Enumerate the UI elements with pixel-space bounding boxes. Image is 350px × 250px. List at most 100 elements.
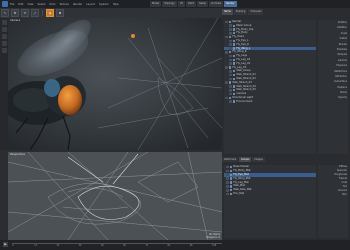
panel-tab[interactable]: Channels [248, 9, 264, 15]
visibility-eye-icon[interactable] [229, 92, 232, 96]
visibility-eye-icon[interactable] [226, 173, 229, 177]
timeline-tick: 72 [145, 244, 149, 247]
material-icon [230, 181, 233, 184]
shader-panel-tab[interactable]: Images [252, 156, 265, 163]
visibility-eye-icon[interactable] [225, 66, 228, 69]
visibility-eye-icon[interactable] [225, 81, 228, 84]
panel-tab[interactable]: Shading [233, 9, 248, 15]
layout-tab[interactable]: Model [150, 1, 162, 7]
timeline-tick: 96 [189, 244, 193, 247]
camera-icon[interactable]: ◉ [46, 9, 54, 17]
visibility-eye-icon[interactable] [229, 28, 232, 31]
item-type-icon [233, 43, 236, 46]
right-panel: Items Shading Channels Render Mesh Group Fly… [222, 8, 350, 240]
tool-rotate-icon[interactable] [1, 34, 7, 39]
timeline-tick: 60 [123, 244, 126, 247]
material-icon [230, 177, 233, 180]
menu-select[interactable]: Select [38, 3, 46, 6]
wireframe-viewport-canvas [8, 152, 222, 240]
timeline-tick: 36 [78, 244, 82, 247]
layout-tab[interactable]: Topology [162, 1, 177, 7]
timeline-tick: 48 [100, 244, 104, 247]
layout-tab[interactable]: UV [177, 1, 186, 7]
play-button[interactable]: ▶ [3, 242, 8, 247]
visibility-eye-icon[interactable] [229, 69, 232, 73]
visibility-eye-icon[interactable] [226, 185, 229, 188]
tool-paint-icon[interactable] [1, 48, 7, 53]
visibility-eye-icon[interactable] [229, 100, 232, 103]
render-viewport[interactable]: Camera [8, 18, 222, 150]
visibility-eye-icon[interactable] [225, 96, 228, 100]
tree-row-label: Environment [236, 99, 253, 103]
material-icon [230, 192, 233, 196]
modo-app-window: File Edit View Select Item Texture Rende… [0, 0, 350, 250]
visibility-eye-icon[interactable] [229, 39, 232, 43]
rotate-icon[interactable]: ⟳ [21, 9, 29, 17]
move-icon[interactable]: ✥ [11, 9, 19, 17]
panel-tab[interactable]: Items [222, 9, 233, 15]
material-icon [230, 165, 233, 169]
timeline-tick: 84 [167, 244, 171, 247]
material-icon [230, 169, 233, 173]
visibility-eye-icon[interactable] [229, 88, 232, 92]
shader-properties-panel: Diffuse Specular Roughness Fresnel Coat Tint A… [318, 165, 348, 238]
layout-tab[interactable]: Animate [209, 1, 224, 7]
menu-edit[interactable]: Edit [18, 3, 23, 6]
visibility-eye-icon[interactable] [226, 188, 229, 192]
material-icon [230, 185, 233, 188]
shader-panel-tab[interactable]: Deformers [222, 156, 239, 163]
menu-file[interactable]: File [10, 3, 14, 6]
shader-tree-list[interactable]: Base Shader Fly_Body_Mat Fly_Eye_Mat Fly_Wi… [224, 165, 316, 238]
layout-tab[interactable]: Render [224, 1, 237, 7]
visibility-eye-icon[interactable] [226, 165, 229, 169]
visibility-eye-icon[interactable] [229, 54, 232, 58]
item-type-icon [229, 96, 232, 100]
menu-help[interactable]: Help [113, 3, 119, 6]
light-icon[interactable]: ✱ [56, 9, 64, 17]
item-type-icon [233, 73, 236, 77]
visibility-eye-icon[interactable] [226, 181, 229, 184]
menu-render[interactable]: Render [73, 3, 82, 6]
item-type-icon [233, 89, 236, 92]
visibility-eye-icon[interactable] [229, 43, 232, 46]
viewport-bottom-label: Perspective [10, 153, 26, 156]
visibility-eye-icon[interactable] [229, 24, 232, 27]
visibility-eye-icon[interactable] [226, 169, 229, 173]
scale-icon[interactable]: ⤢ [31, 9, 39, 17]
item-type-icon [233, 39, 236, 43]
shader-row[interactable]: Env_Mat [224, 192, 316, 196]
menu-system[interactable]: System [99, 3, 109, 6]
tool-select-icon[interactable] [1, 20, 7, 25]
visibility-eye-icon[interactable] [225, 50, 228, 54]
arrow-icon[interactable]: ↖ [1, 9, 9, 17]
visibility-eye-icon[interactable] [226, 177, 229, 180]
visibility-eye-icon[interactable] [226, 192, 229, 196]
visibility-eye-icon[interactable] [225, 35, 228, 39]
item-list-tree[interactable]: Render Mesh Group Fly_Body_Grp Fly_Body Fly_… [224, 20, 316, 154]
material-icon [230, 173, 233, 176]
item-type-icon [229, 35, 232, 39]
menu-item[interactable]: Item [50, 3, 56, 6]
visibility-eye-icon[interactable] [229, 62, 232, 65]
viewport-stats: No Items Polygons: 0 [206, 233, 220, 239]
app-logo-icon [2, 1, 8, 7]
tool-move-icon[interactable] [1, 27, 7, 32]
layout-tab[interactable]: Paint [186, 1, 197, 7]
visibility-eye-icon[interactable] [229, 85, 232, 88]
tree-row[interactable]: Environment [224, 100, 316, 104]
menu-layout[interactable]: Layout [86, 3, 95, 6]
visibility-eye-icon[interactable] [229, 73, 232, 77]
visibility-eye-icon[interactable] [229, 58, 232, 62]
layout-tab[interactable]: Setup [197, 1, 209, 7]
menu-texture[interactable]: Texture [59, 3, 69, 6]
tool-scale-icon[interactable] [1, 41, 7, 46]
viewport-top-label: Camera [10, 19, 21, 22]
item-type-icon [233, 100, 236, 103]
wireframe-viewport[interactable]: Perspective No Items Polygons: 0 [8, 152, 222, 240]
visibility-eye-icon[interactable] [225, 20, 228, 24]
timeline-ruler[interactable]: 0 12 24 36 48 60 72 84 96 108 [12, 243, 222, 248]
visibility-eye-icon[interactable] [229, 77, 232, 81]
menu-view[interactable]: View [27, 3, 33, 6]
shader-panel-tab[interactable]: Groups [239, 156, 252, 163]
shader-row-label: Env_Mat [233, 192, 244, 196]
